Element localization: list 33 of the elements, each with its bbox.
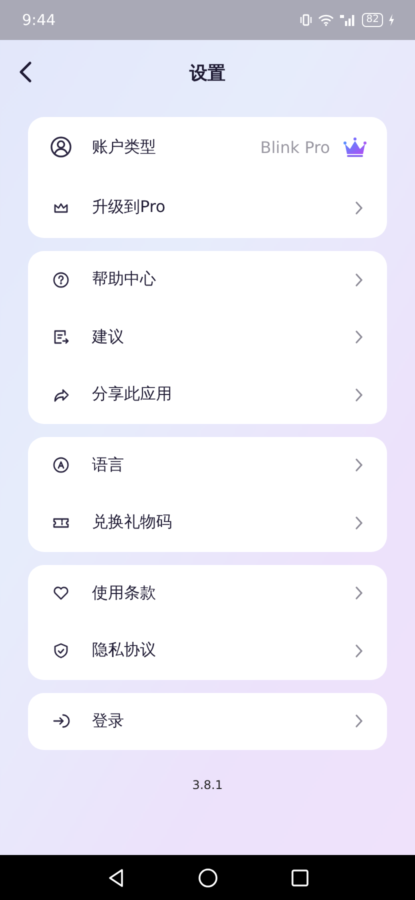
chevron-icon (355, 586, 363, 600)
account-icon (50, 136, 72, 158)
charging-icon (388, 14, 395, 26)
item-label[interactable]: 兑换礼物码 (92, 512, 355, 534)
item-label[interactable]: 登录 (92, 710, 355, 732)
item-label[interactable]: 分享此应用 (92, 384, 355, 406)
page-title: 设置 (190, 62, 226, 84)
item-label[interactable]: 升级到Pro (92, 197, 355, 218)
item-label[interactable]: 语言 (92, 454, 355, 476)
back-nav-icon[interactable] (106, 868, 124, 888)
status-time: 9:44 (22, 11, 56, 29)
item-label[interactable]: 建议 (92, 326, 355, 348)
chevron-icon (355, 458, 363, 472)
chevron-icon (355, 272, 363, 287)
recents-nav-icon[interactable] (290, 868, 308, 886)
item-label[interactable]: 帮助中心 (92, 269, 355, 290)
chevron-icon (355, 644, 363, 658)
chevron-icon (355, 200, 363, 215)
chevron-icon (355, 714, 363, 728)
wifi-icon (318, 14, 334, 26)
battery-level: 82 (362, 13, 383, 27)
chevron-icon (355, 516, 363, 530)
back-button[interactable] (18, 61, 32, 83)
crown-icon (342, 136, 368, 158)
vibrate-icon (299, 14, 314, 26)
app-version: 3.8.1 (191, 778, 224, 792)
home-nav-icon[interactable] (198, 868, 218, 888)
chevron-icon (355, 388, 363, 402)
chevron-icon (355, 330, 363, 344)
item-label[interactable]: 账户类型 (92, 136, 260, 158)
account-type-value: Blink Pro (260, 138, 330, 157)
item-label[interactable]: 使用条款 (92, 582, 355, 604)
item-label[interactable]: 隐私协议 (92, 640, 355, 662)
